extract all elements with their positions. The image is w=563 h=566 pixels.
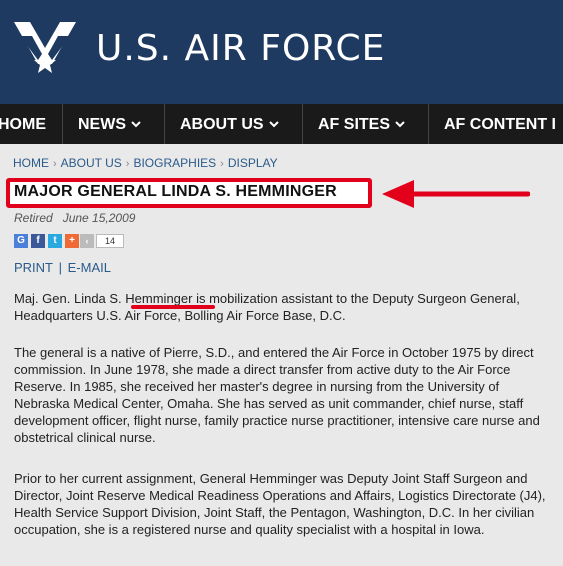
chevron-down-icon [131,121,141,128]
chevron-down-icon [395,121,405,128]
nav-af-sites[interactable]: AF SITES [318,104,405,144]
bio-actions: PRINT | E-MAIL [14,260,111,275]
page-title: MAJOR GENERAL LINDA S. HEMMINGER [14,183,337,200]
nav-divider [164,104,165,144]
nav-af-sites-label: AF SITES [318,116,391,133]
breadcrumb-separator-icon: › [220,158,224,170]
nav-about-us[interactable]: ABOUT US [180,104,279,144]
nav-home[interactable]: HOME [0,104,46,144]
nav-news-label: NEWS [78,116,126,133]
nav-news[interactable]: NEWS [78,104,141,144]
main-nav: HOME NEWS ABOUT US AF SITES AF CONTENT I [0,104,563,144]
site-brand[interactable]: U.S. AIR FORCE [96,29,385,69]
nav-af-content-label: AF CONTENT I [444,116,556,133]
bio-paragraph-1: Maj. Gen. Linda S. Hemminger is mobiliza… [14,291,520,323]
nav-divider [302,104,303,144]
breadcrumb: HOME › ABOUT US › BIOGRAPHIES › DISPLAY [13,156,278,170]
name-highlight-underline [131,305,215,309]
bio-paragraph-3: Prior to her current assignment, General… [14,471,546,537]
bio-status: Retired [14,211,53,225]
email-link[interactable]: E-MAIL [68,260,111,275]
breadcrumb-separator-icon: › [125,158,130,170]
chevron-down-icon [268,121,279,128]
annotation-arrow-icon [382,180,530,208]
nav-about-us-label: ABOUT US [180,116,264,133]
breadcrumb-biographies[interactable]: BIOGRAPHIES [133,156,216,170]
breadcrumb-display[interactable]: DISPLAY [228,156,278,170]
nav-home-label: HOME [0,116,46,133]
nav-divider [428,104,429,144]
share-count: 14 [96,234,124,248]
twitter-icon[interactable]: t [48,234,62,248]
breadcrumb-home[interactable]: HOME [13,156,49,170]
share-count-pointer-icon: ‹ [80,234,94,248]
bio-status-line: Retired June 15,2009 [14,211,135,225]
actions-divider: | [55,260,66,275]
plus-share-icon[interactable]: + [65,234,79,248]
print-link[interactable]: PRINT [14,260,53,275]
breadcrumb-separator-icon: › [53,158,57,170]
site-header: U.S. AIR FORCE [0,0,563,104]
nav-af-content[interactable]: AF CONTENT I [444,104,556,144]
breadcrumb-about-us[interactable]: ABOUT US [61,156,122,170]
bio-date: June 15,2009 [62,211,136,225]
bio-paragraph-2: The general is a native of Pierre, S.D.,… [14,345,540,445]
facebook-icon[interactable]: f [31,234,45,248]
google-icon[interactable]: G [14,234,28,248]
air-force-wings-icon[interactable] [12,14,78,80]
nav-divider [62,104,63,144]
